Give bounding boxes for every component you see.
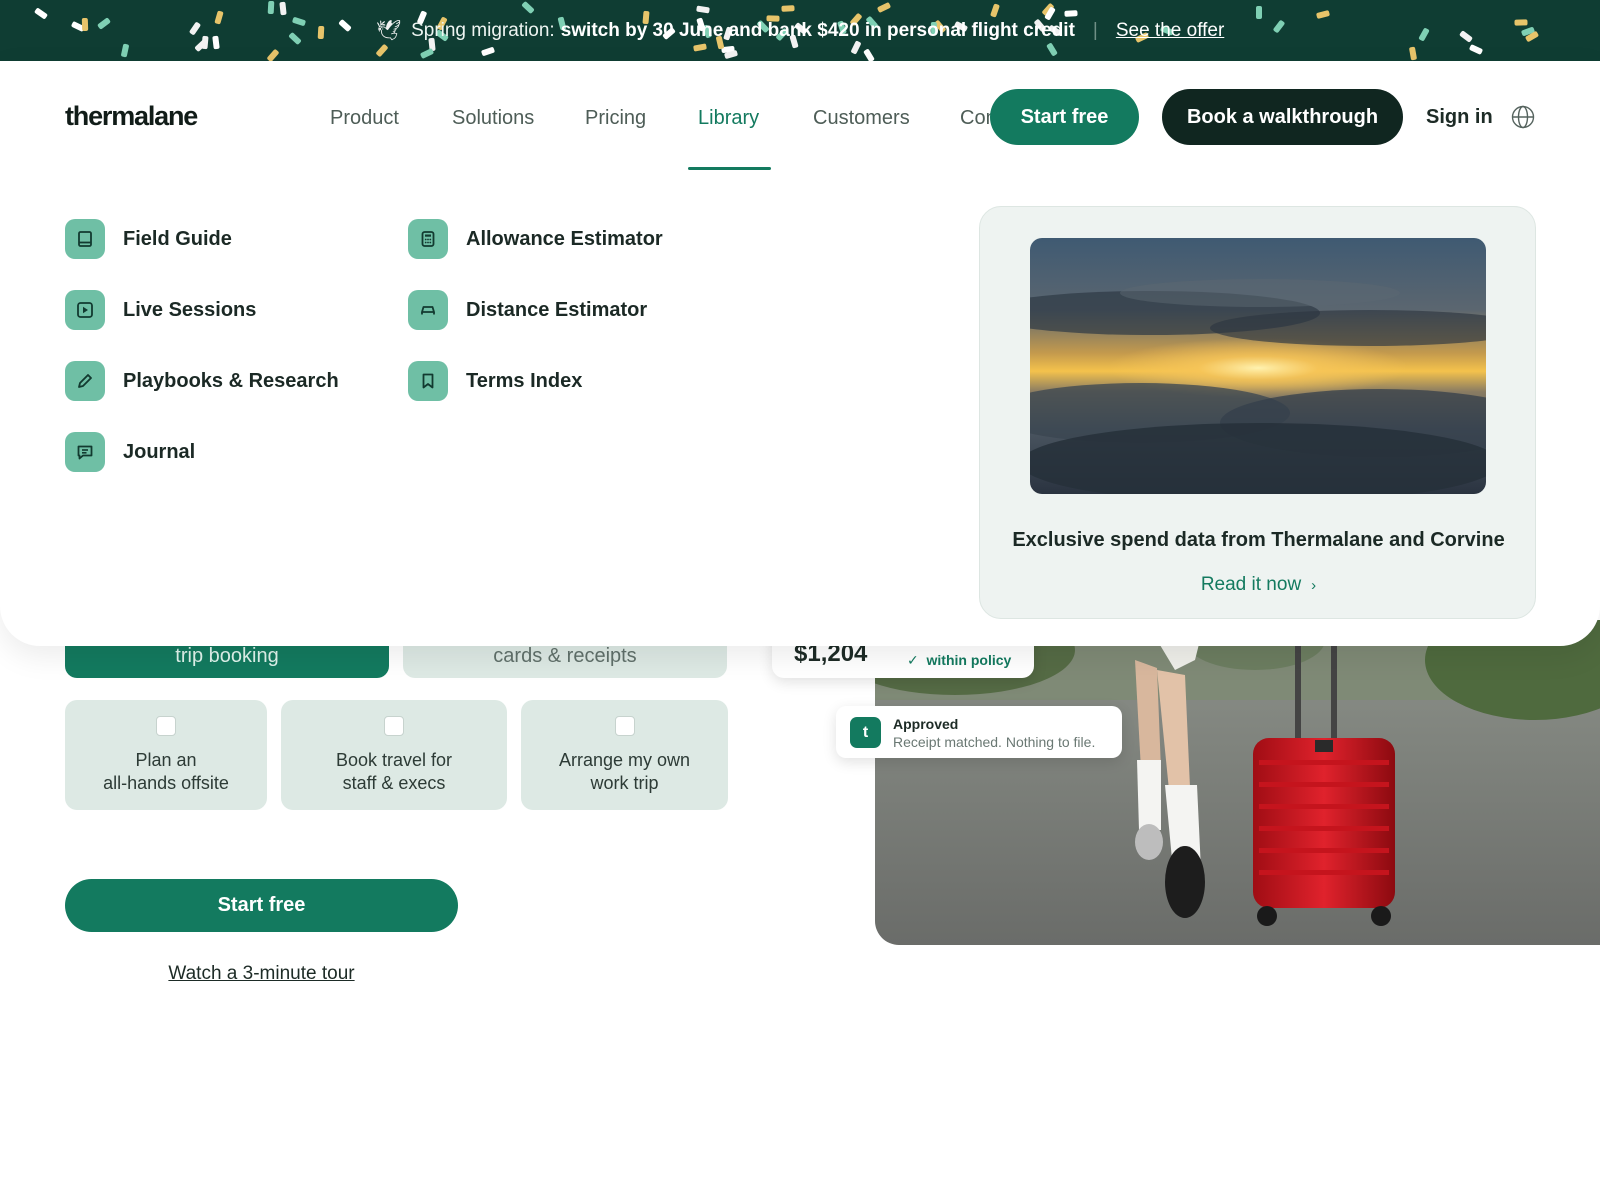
banner-lead: Spring migration:	[411, 19, 555, 41]
policy-status-label: within policy	[926, 652, 1012, 668]
book-icon	[65, 219, 105, 259]
approved-title: Approved	[893, 716, 959, 732]
approved-notification: t Approved Receipt matched. Nothing to f…	[836, 706, 1122, 758]
choice-checkbox[interactable]	[614, 716, 635, 736]
start-free-button[interactable]: Start free	[990, 89, 1139, 145]
choice-checkbox[interactable]	[384, 716, 404, 736]
chevron-right-icon: ›	[1311, 577, 1317, 594]
menu-item-label: Terms Index	[466, 369, 583, 392]
use-case-choices: Plan an all-hands offsite Book travel fo…	[65, 700, 728, 810]
read-it-now-link[interactable]: Read it now ›	[980, 574, 1537, 596]
nav-solutions[interactable]: Solutions	[452, 107, 534, 130]
book-walkthrough-button[interactable]: Book a walkthrough	[1162, 89, 1403, 145]
dove-icon: 🕊	[375, 20, 402, 42]
choice-offsite[interactable]: Plan an all-hands offsite	[65, 700, 267, 810]
car-icon	[408, 290, 448, 330]
watch-tour-link[interactable]: Watch a 3-minute tour	[65, 963, 458, 985]
read-it-now-label: Read it now	[1200, 574, 1302, 595]
globe-icon[interactable]	[1511, 105, 1535, 129]
menu-item-label: Playbooks & Research	[123, 369, 339, 392]
choice-label-line: staff & execs	[342, 773, 446, 793]
sunset-clouds-image	[1030, 238, 1486, 494]
bookmark-icon	[408, 361, 448, 401]
menu-item-allowance-estimator[interactable]: Allowance Estimator	[408, 219, 663, 259]
banner-separator: |	[1092, 19, 1098, 41]
choice-own-trip[interactable]: Arrange my own work trip	[521, 700, 728, 810]
sunset-clouds-illustration	[1030, 238, 1486, 494]
approved-subtitle: Receipt matched. Nothing to file.	[893, 734, 1096, 750]
menu-item-playbooks[interactable]: Playbooks & Research	[65, 361, 339, 401]
hero-start-free-button[interactable]: Start free	[65, 879, 458, 932]
announcement-banner: 🕊 Spring migration: switch by 30 June an…	[0, 0, 1600, 61]
menu-item-label: Allowance Estimator	[466, 227, 663, 250]
play-icon	[65, 290, 105, 330]
chat-icon	[65, 432, 105, 472]
menu-item-label: Live Sessions	[123, 298, 257, 321]
choice-label-line: Arrange my own	[558, 750, 691, 770]
nav-library[interactable]: Library	[698, 107, 759, 130]
feature-title: Exclusive spend data from Thermalane and…	[1012, 529, 1505, 551]
choice-label-line: all-hands offsite	[103, 773, 229, 793]
choice-staff-travel[interactable]: Book travel for staff & execs	[281, 700, 507, 810]
menu-item-label: Journal	[123, 440, 196, 463]
library-mega-menu: thermalane Product Solutions Pricing Lib…	[0, 61, 1600, 646]
active-nav-indicator	[688, 167, 771, 170]
menu-item-field-guide[interactable]: Field Guide	[65, 219, 339, 259]
menu-item-live-sessions[interactable]: Live Sessions	[65, 290, 339, 330]
nav-customers[interactable]: Customers	[813, 107, 910, 130]
choice-label-line: Book travel for	[335, 750, 453, 770]
library-column-1: Field Guide Live Sessions Playbooks & Re…	[65, 219, 339, 503]
nav-pricing[interactable]: Pricing	[585, 107, 646, 130]
calculator-icon	[408, 219, 448, 259]
library-column-2: Allowance Estimator Distance Estimator T…	[408, 219, 663, 432]
menu-item-terms-index[interactable]: Terms Index	[408, 361, 663, 401]
pencil-icon	[65, 361, 105, 401]
policy-status: ✓ within policy	[907, 652, 1011, 669]
menu-item-distance-estimator[interactable]: Distance Estimator	[408, 290, 663, 330]
check-icon: ✓	[907, 652, 919, 668]
choice-checkbox[interactable]	[156, 716, 176, 736]
choice-label-line: Plan an	[135, 750, 197, 770]
menu-item-journal[interactable]: Journal	[65, 432, 339, 472]
main-nav: Product Solutions Pricing Library Custom…	[0, 107, 1100, 147]
see-offer-link[interactable]: See the offer	[1116, 20, 1224, 42]
menu-item-label: Distance Estimator	[466, 298, 648, 321]
banner-message: switch by 30 June and bank $420 in perso…	[560, 19, 1075, 41]
sign-in-link[interactable]: Sign in	[1426, 106, 1493, 129]
nav-product[interactable]: Product	[330, 107, 399, 130]
menu-item-label: Field Guide	[123, 227, 232, 250]
choice-label-line: work trip	[590, 773, 659, 793]
featured-content-card[interactable]: Exclusive spend data from Thermalane and…	[979, 206, 1536, 619]
avatar: t	[850, 717, 881, 748]
